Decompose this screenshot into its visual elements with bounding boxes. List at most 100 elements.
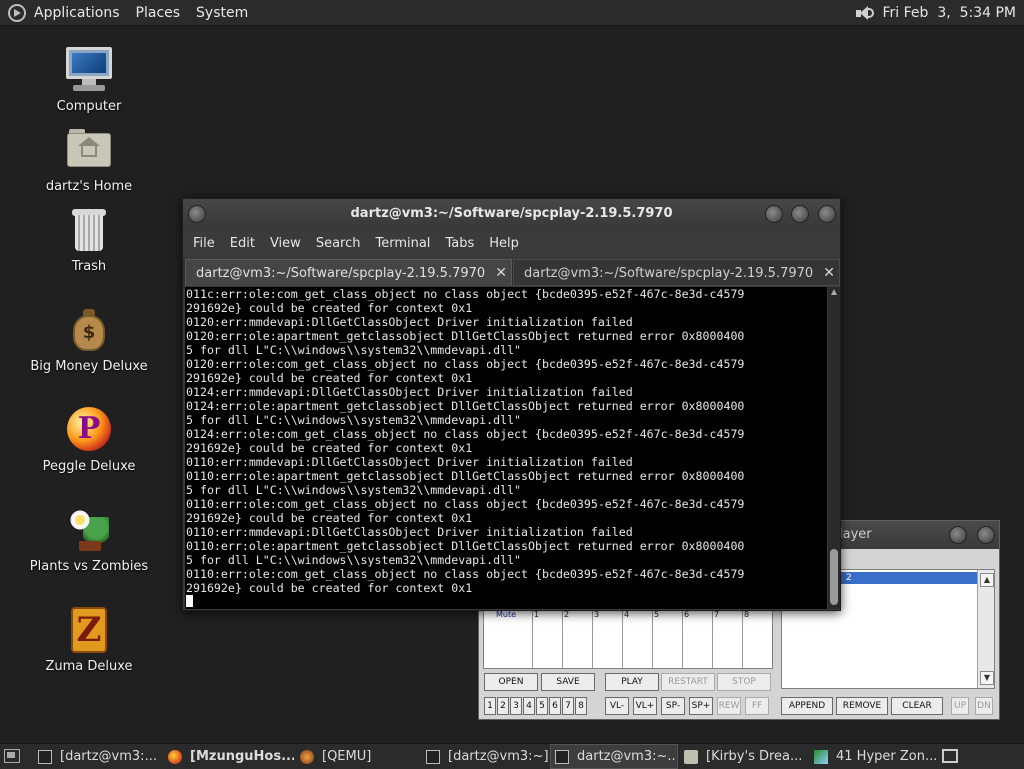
desktop-icon-peggle[interactable]: P Peggle Deluxe — [24, 407, 154, 474]
move-up-button[interactable]: UP — [951, 697, 969, 715]
terminal-output[interactable]: 011c:err:ole:com_get_class_object no cla… — [185, 287, 827, 609]
rewind-button[interactable]: REW — [717, 697, 741, 715]
channel-label: 7 — [714, 610, 720, 619]
minimize-button[interactable] — [949, 526, 967, 544]
taskbar-item-terminal-2[interactable]: [dartz@vm3:~] — [422, 744, 548, 769]
terminal-line: 0124:err:ole:apartment_getclassobject Dl… — [186, 399, 745, 413]
open-button[interactable]: OPEN — [484, 673, 538, 691]
taskbar-item-terminal-1[interactable]: [dartz@vm3:... — [34, 744, 162, 769]
scroll-up-icon[interactable] — [831, 289, 837, 295]
terminal-line: 5 for dll L"C:\\windows\\system32\\mmdev… — [186, 413, 522, 427]
scrollbar-thumb[interactable] — [830, 549, 838, 605]
terminal-line: 0120:err:mmdevapi:DllGetClassObject Driv… — [186, 315, 633, 329]
terminal-line: 291692e} could be created for context 0x… — [186, 441, 473, 455]
volume-down-button[interactable]: VL- — [605, 697, 629, 715]
scroll-down-icon[interactable]: ▼ — [980, 671, 994, 685]
menu-view[interactable]: View — [270, 236, 301, 251]
menu-tabs[interactable]: Tabs — [445, 236, 474, 251]
close-tab-icon[interactable]: ✕ — [823, 260, 835, 287]
terminal-line: 291692e} could be created for context 0x… — [186, 511, 473, 525]
trash-icon — [65, 207, 113, 253]
terminal-line: 0110:err:ole:com_get_class_object no cla… — [186, 567, 745, 581]
channel-toggle-4[interactable]: 4 — [523, 697, 535, 715]
terminal-window[interactable]: dartz@vm3:~/Software/spcplay-2.19.5.7970… — [182, 198, 841, 611]
close-button[interactable] — [818, 205, 836, 223]
minimize-button[interactable] — [765, 205, 783, 223]
desktop-icon-label: Plants vs Zombies — [29, 559, 149, 574]
terminal-line: 5 for dll L"C:\\windows\\system32\\mmdev… — [186, 343, 522, 357]
taskbar-label: [QEMU] — [322, 749, 372, 764]
taskbar-item-kirby-folder[interactable]: [Kirby's Drea... — [680, 744, 808, 769]
desktop-icon-label: Big Money Deluxe — [30, 359, 148, 374]
channel-toggle-2[interactable]: 2 — [497, 697, 509, 715]
desktop-icon-big-money[interactable]: $ Big Money Deluxe — [24, 307, 154, 374]
terminal-line: 011c:err:ole:com_get_class_object no cla… — [186, 287, 745, 301]
plants-vs-zombies-icon — [65, 507, 113, 553]
clear-button[interactable]: CLEAR — [891, 697, 943, 715]
terminal-scrollbar[interactable] — [828, 287, 840, 609]
taskbar-item-qemu[interactable]: [QEMU] — [296, 744, 416, 769]
channel-toggle-1[interactable]: 1 — [484, 697, 496, 715]
menu-file[interactable]: File — [193, 236, 215, 251]
terminal-tab-1[interactable]: dartz@vm3:~/Software/spcplay-2.19.5.7970… — [185, 259, 512, 286]
taskbar-item-terminal-active[interactable]: dartz@vm3:~... — [550, 744, 678, 769]
channel-toggle-8[interactable]: 8 — [575, 697, 587, 715]
desktop-icon-home[interactable]: dartz's Home — [24, 127, 154, 194]
terminal-cursor — [186, 595, 193, 607]
taskbar-item-hyper-zone[interactable]: 41 Hyper Zon... — [810, 744, 938, 769]
desktop-icon-computer[interactable]: Computer — [24, 47, 154, 114]
show-desktop-icon[interactable] — [4, 749, 20, 763]
stop-button[interactable]: STOP — [717, 673, 771, 691]
fast-forward-button[interactable]: FF — [745, 697, 769, 715]
channel-toggle-6[interactable]: 6 — [549, 697, 561, 715]
playlist-scrollbar[interactable]: ▲ ▼ — [977, 570, 994, 688]
places-menu[interactable]: Places — [136, 5, 181, 21]
terminal-line: 5 for dll L"C:\\windows\\system32\\mmdev… — [186, 483, 522, 497]
channel-visualizer[interactable]: Mute 1 2 3 4 5 6 7 8 — [483, 609, 773, 669]
terminal-titlebar[interactable]: dartz@vm3:~/Software/spcplay-2.19.5.7970 — [183, 199, 840, 230]
terminal-tab-2[interactable]: dartz@vm3:~/Software/spcplay-2.19.5.7970… — [513, 259, 840, 286]
desktop-icon-plants-vs-zombies[interactable]: Plants vs Zombies — [24, 507, 154, 574]
terminal-line: 0110:err:ole:com_get_class_object no cla… — [186, 497, 745, 511]
taskbar-item-firefox[interactable]: [MzunguHos... — [164, 744, 294, 769]
menu-search[interactable]: Search — [316, 236, 361, 251]
maximize-button[interactable] — [977, 526, 995, 544]
volume-icon[interactable] — [855, 5, 875, 21]
close-tab-icon[interactable]: ✕ — [495, 260, 507, 287]
terminal-title: dartz@vm3:~/Software/spcplay-2.19.5.7970 — [350, 206, 673, 221]
append-button[interactable]: APPEND — [781, 697, 833, 715]
menu-help[interactable]: Help — [489, 236, 519, 251]
workspace-switcher-icon[interactable] — [942, 749, 958, 763]
desktop-icon-label: Trash — [71, 259, 107, 274]
terminal-line: 0110:err:ole:apartment_getclassobject Dl… — [186, 469, 745, 483]
terminal-line: 0120:err:ole:com_get_class_object no cla… — [186, 357, 745, 371]
applications-menu[interactable]: Applications — [34, 5, 120, 21]
restart-button[interactable]: RESTART — [661, 673, 715, 691]
save-button[interactable]: SAVE — [541, 673, 595, 691]
speed-up-button[interactable]: SP+ — [689, 697, 713, 715]
desktop-icon-trash[interactable]: Trash — [24, 207, 154, 274]
gnome-menu-icon[interactable] — [8, 3, 26, 22]
menu-terminal[interactable]: Terminal — [375, 236, 430, 251]
money-bag-icon: $ — [65, 307, 113, 353]
clock[interactable]: Fri Feb 3, 5:34 PM — [883, 5, 1017, 21]
play-button[interactable]: PLAY — [605, 673, 659, 691]
menu-edit[interactable]: Edit — [230, 236, 255, 251]
channel-toggle-3[interactable]: 3 — [510, 697, 522, 715]
speed-down-button[interactable]: SP- — [661, 697, 685, 715]
bottom-taskbar: [dartz@vm3:... [MzunguHos... [QEMU] [dar… — [0, 743, 1024, 769]
qemu-icon — [300, 749, 314, 764]
scroll-up-icon[interactable]: ▲ — [980, 573, 994, 587]
terminal-icon — [426, 749, 440, 764]
system-menu[interactable]: System — [196, 5, 248, 21]
channel-toggle-5[interactable]: 5 — [536, 697, 548, 715]
desktop-icon-zuma[interactable]: Z Zuma Deluxe — [24, 607, 154, 674]
volume-up-button[interactable]: VL+ — [633, 697, 657, 715]
remove-button[interactable]: REMOVE — [836, 697, 888, 715]
channel-toggle-7[interactable]: 7 — [562, 697, 574, 715]
game-icon — [814, 749, 828, 764]
top-panel: Applications Places System Fri Feb 3, 5:… — [0, 0, 1024, 26]
terminal-line: 5 for dll L"C:\\windows\\system32\\mmdev… — [186, 553, 522, 567]
maximize-button[interactable] — [791, 205, 809, 223]
move-down-button[interactable]: DN — [975, 697, 993, 715]
